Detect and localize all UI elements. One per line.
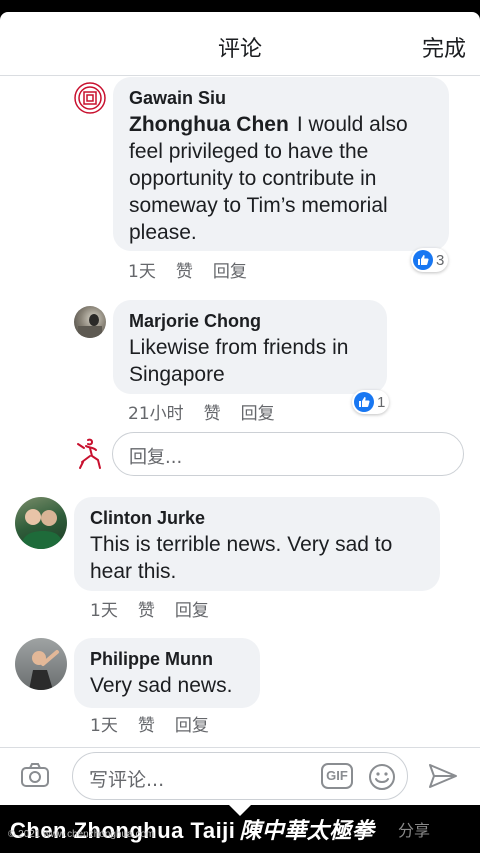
reaction-badge[interactable]: 1 [352,390,390,414]
comment-time: 1天 [90,601,118,621]
share-button[interactable]: 分享 [398,817,430,841]
avatar-photo [21,509,63,549]
comment-bubble: Clinton Jurke This is terrible news. Ver… [74,497,440,591]
sheet-caret [229,805,251,816]
comment-time: 1天 [128,262,156,282]
send-icon[interactable] [428,762,458,795]
comment-input[interactable]: 写评论... GIF [72,752,408,800]
avatar-photo [29,650,59,690]
reply-button[interactable]: 回复 [175,601,209,621]
composer-bar: 写评论... GIF [0,747,480,805]
gif-button[interactable]: GIF [321,763,353,789]
reaction-count: 1 [377,393,386,411]
emoji-icon[interactable] [367,762,397,797]
comment-author[interactable]: Clinton Jurke [90,507,424,529]
camera-icon[interactable] [20,762,50,793]
avatar[interactable] [74,82,106,114]
reply-button[interactable]: 回复 [213,262,247,282]
comment-actions: 1天赞回复 [90,596,229,621]
comment-time: 1天 [90,716,118,736]
watermark-title-cn: 陳中華太極拳 [239,818,375,844]
like-button[interactable]: 赞 [204,404,221,424]
comment-author[interactable]: Philippe Munn [90,648,244,670]
comment-actions: 1天赞回复 [90,711,229,736]
done-button[interactable]: 完成 [422,31,466,63]
comment-text: Zhonghua Chen I would also feel privilege… [129,111,433,246]
comment-bubble: Gawain Siu Zhonghua Chen I would also fee… [113,77,449,251]
avatar[interactable] [15,497,67,549]
comment-author[interactable]: Gawain Siu [129,87,433,109]
comment-actions: 1天赞回复 [128,257,267,282]
page-avatar [74,436,106,472]
avatar[interactable] [15,638,67,690]
like-icon [354,392,374,412]
like-icon [413,250,433,270]
comment-bubble: Philippe Munn Very sad news. [74,638,260,708]
comment-author[interactable]: Marjorie Chong [129,310,371,332]
page-logo-icon [74,82,106,114]
comment-text: Likewise from friends in Singapore [129,336,349,386]
avatar-photo [78,314,102,338]
avatar[interactable] [74,306,106,338]
reaction-count: 3 [436,251,445,269]
reply-input[interactable]: 回复... [112,432,464,476]
comment-bubble: Marjorie Chong Likewise from friends in … [113,300,387,394]
comments-sheet: 评论 完成 Gawain Siu Zhonghua Chen I would al… [0,12,480,805]
comment-text: Very sad news. [90,674,233,697]
like-button[interactable]: 赞 [138,601,155,621]
like-button[interactable]: 赞 [138,716,155,736]
watermark-subtitle: © 2021 www.chenzhonghua.com [8,829,155,840]
comment-input-placeholder: 写评论... [89,769,165,791]
comment-time: 21小时 [128,404,184,424]
reaction-badge[interactable]: 3 [411,248,449,272]
mention-link[interactable]: Zhonghua Chen [129,113,289,136]
comment-text: This is terrible news. Very sad to hear … [90,533,393,583]
taiji-figure-icon [77,438,101,469]
reply-button[interactable]: 回复 [175,716,209,736]
like-button[interactable]: 赞 [176,262,193,282]
header-bar: 评论 完成 [0,12,480,76]
reply-button[interactable]: 回复 [241,404,275,424]
comment-actions: 21小时赞回复 [128,399,295,424]
page-title: 评论 [217,37,262,62]
